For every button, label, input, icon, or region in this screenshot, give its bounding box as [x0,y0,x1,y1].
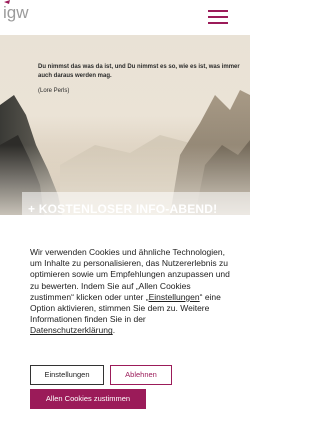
cookie-consent-banner: Wir verwenden Cookies und ähnliche Techn… [0,215,250,445]
cookie-text-end: . [112,325,116,336]
cta-label: KOSTENLOSER INFO-ABEND! [38,202,218,215]
logo-graphic: igw [3,0,29,22]
site-header: igw [0,0,250,35]
plus-icon: + [28,202,36,215]
hamburger-menu-icon[interactable] [206,8,232,26]
info-evening-cta[interactable]: + KOSTENLOSER INFO-ABEND! [28,202,217,215]
igw-logo[interactable]: igw [0,0,80,32]
hero-banner: Du nimmst das was da ist, und Du nimmst … [0,35,250,215]
logo-text: igw [3,3,29,22]
quote-author: (Lore Perls) [38,88,70,94]
settings-link[interactable]: Einstellungen [149,292,200,302]
accept-all-cookies-button[interactable]: Allen Cookies zustimmen [30,389,146,409]
hero-quote: Du nimmst das was da ist, und Du nimmst … [38,64,240,79]
privacy-policy-link[interactable]: Datenschutzerklärung [30,325,113,335]
cookie-description: Wir verwenden Cookies und ähnliche Techn… [30,247,230,337]
cookie-settings-button[interactable]: Einstellungen [30,365,104,385]
mountain-landscape-image [0,90,250,215]
reject-cookies-button[interactable]: Ablehnen [110,365,172,385]
